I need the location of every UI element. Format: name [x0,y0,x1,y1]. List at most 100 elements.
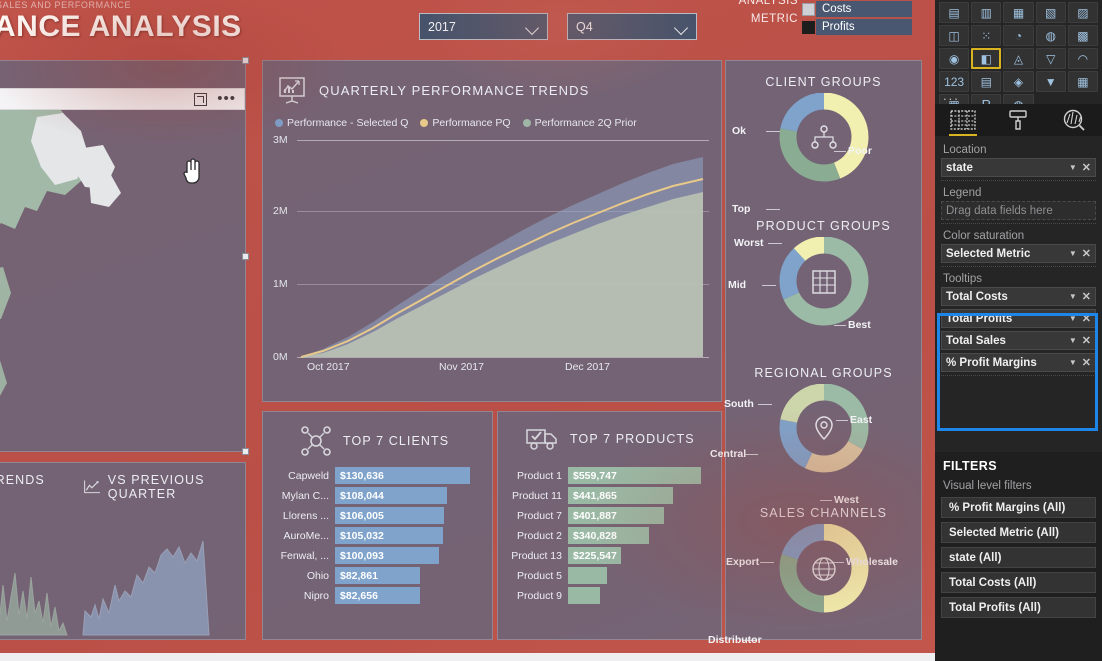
donut-chart[interactable] [726,93,923,223]
remove-field-icon[interactable]: ✕ [1082,161,1091,174]
quarterly-performance-trends-visual[interactable]: QUARTERLY PERFORMANCE TRENDS Performance… [262,60,722,402]
chevron-down-icon[interactable]: ▼ [1069,358,1082,367]
100-stacked-bar-icon[interactable]: ▨ [1067,2,1098,23]
metric-checkbox-profits[interactable] [802,21,815,34]
bar-fill[interactable]: $130,636 [335,467,470,484]
gauge-chart-icon[interactable]: ◠ [1067,48,1098,69]
top-products-visual[interactable]: TOP 7 PRODUCTS Product 1 $559,747 Product … [497,411,722,640]
filter-card-total[interactable]: Total Profits (All) [941,597,1096,618]
filter-card-selected[interactable]: Selected Metric (All) [941,522,1096,543]
bar-fill[interactable]: $105,032 [335,527,443,544]
clustered-bar-chart-icon[interactable]: ▦ [1003,2,1034,23]
more-visuals-button[interactable]: ... [943,88,960,103]
focus-mode-icon[interactable] [194,92,208,106]
bar-fill[interactable]: $441,865 [568,487,673,504]
shape-map-icon[interactable]: ◬ [1003,48,1034,69]
top-clients-visual[interactable]: TOP 7 CLIENTS Capweld $130,636 Mylan C... $… [262,411,493,640]
bar-fill[interactable]: $82,861 [335,567,420,584]
stacked-bar-chart-icon[interactable]: ▤ [939,2,970,23]
selection-handle[interactable] [242,448,249,455]
well-label-tooltips: Tooltips [943,273,982,285]
remove-field-icon[interactable]: ✕ [1082,334,1091,347]
metric-option-costs[interactable]: Costs [816,1,912,18]
chevron-down-icon[interactable]: ▼ [1069,314,1082,323]
bar-fill[interactable]: $82,656 [335,587,420,604]
filter-card--[interactable]: % Profit Margins (All) [941,497,1096,518]
bar-row[interactable]: Product 1 $559,747 [500,467,701,484]
bar-fill[interactable] [568,567,607,584]
bar-row[interactable]: Nipro $82,656 [267,587,420,604]
visualization-gallery[interactable]: ▤▥▦▧▨◫⁙◔◍▩◉◧◬▽◠123▤◈▼▦▦R◍ [935,0,1102,115]
visual-hover-toolbar[interactable]: ••• [0,88,245,110]
chevron-down-icon[interactable]: ▼ [1069,292,1082,301]
bar-row[interactable]: Mylan C... $108,044 [267,487,447,504]
well-field-selected-metric[interactable]: Selected Metric ▼ ✕ [941,244,1096,263]
sales-trends-visual[interactable]: LE TRENDS VS PREVIOUS QUARTER [0,462,246,640]
pane-tab-strip[interactable] [935,104,1102,136]
metric-checkbox-costs[interactable] [802,3,815,16]
quarter-slicer[interactable]: Q4 [567,13,697,40]
bar-row[interactable]: Fenwal, ... $100,093 [267,547,439,564]
bar-row[interactable]: Llorens ... $106,005 [267,507,444,524]
bar-fill[interactable] [568,587,600,604]
bar-row[interactable]: Product 13 $225,547 [500,547,621,564]
well-field-total-profits[interactable]: Total Profits ▼ ✕ [941,309,1096,328]
map-visual[interactable]: ••• [0,57,249,455]
slicer-icon[interactable]: ▼ [1035,71,1066,92]
clustered-column-chart-icon[interactable]: ▧ [1035,2,1066,23]
well-dropzone-legend[interactable]: Drag data fields here [941,201,1096,220]
chevron-down-icon[interactable]: ▼ [1069,249,1082,258]
bar-row[interactable]: Product 2 $340,828 [500,527,649,544]
map-geography [0,89,121,396]
bar-fill[interactable]: $340,828 [568,527,649,544]
multi-row-card-icon[interactable]: ▤ [971,71,1002,92]
scatter-chart-icon[interactable]: ⁙ [971,25,1002,46]
funnel-chart-icon[interactable]: ▽ [1035,48,1066,69]
remove-field-icon[interactable]: ✕ [1082,312,1091,325]
year-slicer[interactable]: 2017 [419,13,548,40]
pie-chart-icon[interactable]: ◔ [1003,25,1034,46]
bar-row[interactable]: AuroMe... $105,032 [267,527,443,544]
selection-handle[interactable] [242,57,249,64]
well-field--profit-margins[interactable]: % Profit Margins ▼ ✕ [941,353,1096,372]
bar-row[interactable]: Ohio $82,861 [267,567,420,584]
format-tab[interactable] [998,107,1038,133]
bar-fill[interactable]: $100,093 [335,547,439,564]
bar-row[interactable]: Product 11 $441,865 [500,487,673,504]
remove-field-icon[interactable]: ✕ [1082,356,1091,369]
filter-card-state[interactable]: state (All) [941,547,1096,568]
well-field-state[interactable]: state ▼ ✕ [941,158,1096,177]
kpi-icon[interactable]: ◈ [1003,71,1034,92]
more-options-icon[interactable]: ••• [217,91,236,106]
bar-row[interactable]: Product 7 $401,887 [500,507,664,524]
table-icon[interactable]: ▦ [1067,71,1098,92]
analytics-tab[interactable] [1054,107,1094,133]
metric-option-profits[interactable]: Profits [816,19,912,36]
chevron-down-icon[interactable]: ▼ [1069,163,1082,172]
bar-fill[interactable]: $108,044 [335,487,447,504]
bar-row[interactable]: Capweld $130,636 [267,467,470,484]
chevron-down-icon[interactable]: ▼ [1069,336,1082,345]
well-field-total-sales[interactable]: Total Sales ▼ ✕ [941,331,1096,350]
bar-fill[interactable]: $225,547 [568,547,621,564]
filled-map-icon[interactable]: ◧ [971,48,1002,69]
group-donuts-panel[interactable]: CLIENT GROUPS Poor Top Ok PRODUCT GROUPS Best… [708,60,923,646]
donut-chart[interactable] [726,384,923,514]
remove-field-icon[interactable]: ✕ [1082,247,1091,260]
bar-fill[interactable]: $401,887 [568,507,664,524]
remove-field-icon[interactable]: ✕ [1082,290,1091,303]
ribbon-chart-icon[interactable]: ◫ [939,25,970,46]
map-globe-icon[interactable]: ◉ [939,48,970,69]
filter-card-total[interactable]: Total Costs (All) [941,572,1096,593]
well-field-total-costs[interactable]: Total Costs ▼ ✕ [941,287,1096,306]
donut-chart[interactable] [726,237,923,367]
stacked-column-chart-icon[interactable]: ▥ [971,2,1002,23]
bar-row[interactable]: Product 5 [500,567,607,584]
fields-tab[interactable] [943,107,983,136]
donut-chart-icon[interactable]: ◍ [1035,25,1066,46]
bar-fill[interactable]: $106,005 [335,507,444,524]
bar-fill[interactable]: $559,747 [568,467,701,484]
selection-handle[interactable] [242,253,249,260]
treemap-icon[interactable]: ▩ [1067,25,1098,46]
bar-row[interactable]: Product 9 [500,587,600,604]
